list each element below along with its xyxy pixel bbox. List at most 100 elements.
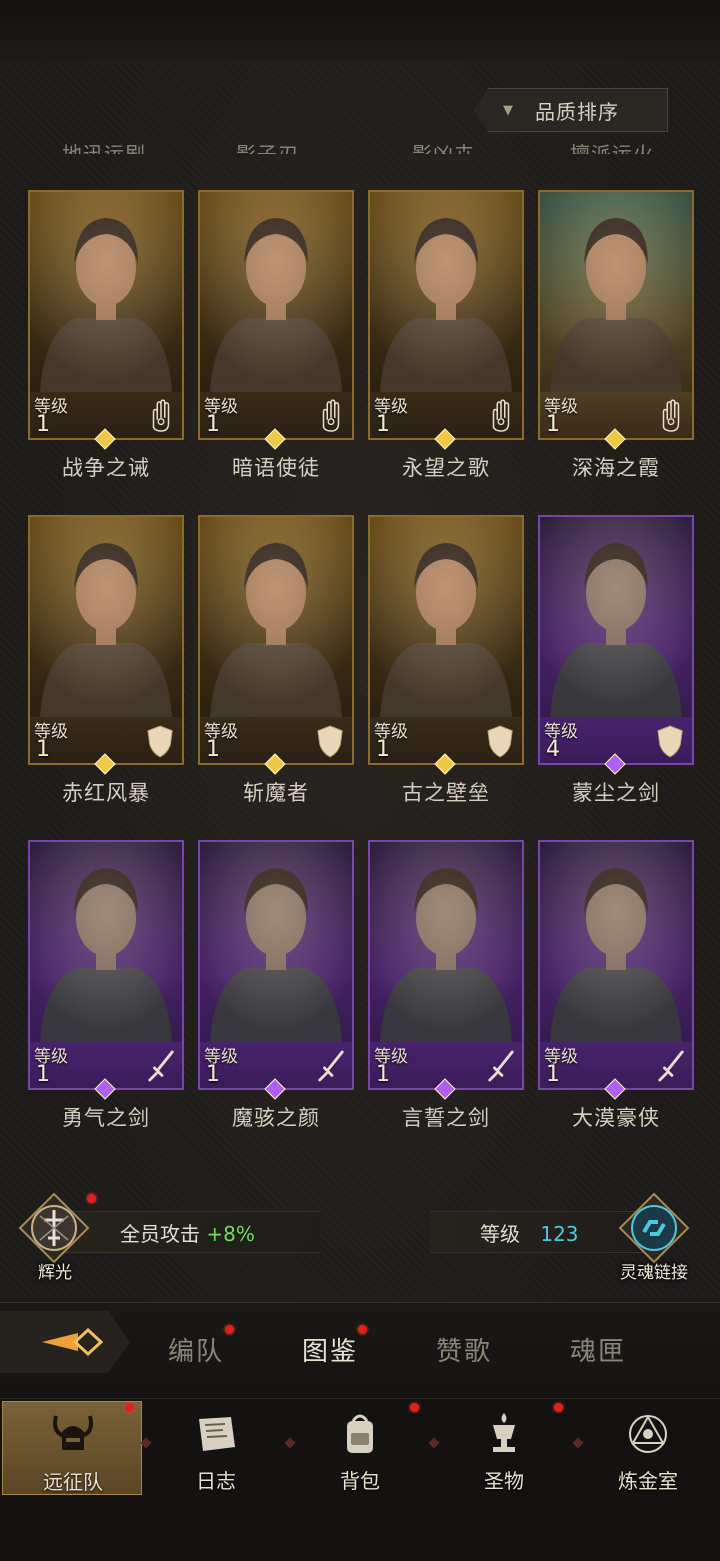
rarity-gem-icon bbox=[94, 1078, 116, 1100]
level-value: 1 bbox=[206, 1062, 220, 1087]
sword-icon bbox=[658, 1050, 684, 1082]
tab-codex[interactable]: 图鉴 bbox=[302, 1331, 358, 1368]
hero-name: 大漠豪侠 bbox=[572, 1106, 660, 1130]
rarity-gem-icon bbox=[94, 428, 116, 450]
card-frame: 等级 1 bbox=[28, 190, 184, 440]
cut-name: 擅派运火 bbox=[570, 142, 654, 154]
hero-name: 战争之诫 bbox=[62, 456, 150, 480]
card-frame: 等级 1 bbox=[198, 840, 354, 1090]
sword-icon bbox=[488, 1050, 514, 1082]
hero-card[interactable]: 等级 1 勇气之剑 bbox=[28, 840, 184, 1130]
hero-name: 暗语使徒 bbox=[232, 456, 320, 480]
hero-card[interactable]: 等级 1 斩魔者 bbox=[198, 515, 354, 805]
card-frame: 等级 1 bbox=[368, 515, 524, 765]
quality-sort-button[interactable]: ▼ 品质排序 bbox=[474, 88, 668, 132]
nav-backpack[interactable]: 背包 bbox=[290, 1401, 430, 1495]
top-strip bbox=[0, 0, 720, 60]
hero-portrait bbox=[370, 517, 522, 717]
hero-portrait bbox=[540, 517, 692, 717]
hero-portrait bbox=[30, 842, 182, 1042]
shield-icon bbox=[317, 725, 343, 758]
scroll-icon bbox=[199, 1417, 235, 1451]
attack-bonus-value: +8% bbox=[206, 1222, 255, 1246]
nav-journal[interactable]: 日志 bbox=[146, 1401, 286, 1495]
nav-relics[interactable]: 圣物 bbox=[434, 1401, 574, 1495]
nav-label: 日志 bbox=[196, 1469, 236, 1493]
level-value: 123 bbox=[540, 1222, 579, 1246]
notification-dot bbox=[410, 1403, 419, 1412]
hero-name: 言誓之剑 bbox=[402, 1106, 490, 1130]
radiance-emblem-icon[interactable] bbox=[18, 1192, 90, 1264]
sword-icon bbox=[148, 1050, 174, 1082]
nav-expedition[interactable]: 远征队 bbox=[2, 1401, 142, 1495]
hero-card[interactable]: 等级 1 永望之歌 bbox=[368, 190, 524, 480]
level-value: 1 bbox=[376, 737, 390, 762]
soul-link-emblem-icon[interactable] bbox=[618, 1192, 690, 1264]
nav-label: 圣物 bbox=[484, 1469, 524, 1493]
rarity-gem-icon bbox=[434, 428, 456, 450]
tab-anthem[interactable]: 赞歌 bbox=[436, 1331, 492, 1368]
card-frame: 等级 1 bbox=[538, 190, 694, 440]
attack-bonus-label: 全员攻击 bbox=[120, 1222, 200, 1246]
hero-name: 古之壁垒 bbox=[402, 781, 490, 805]
hero-card[interactable]: 等级 1 古之壁垒 bbox=[368, 515, 524, 805]
cut-name: 影子刃 bbox=[236, 142, 299, 154]
level-value: 1 bbox=[546, 1062, 560, 1087]
notification-dot bbox=[87, 1194, 96, 1203]
card-frame: 等级 1 bbox=[28, 840, 184, 1090]
soul-level: 等级 123 bbox=[480, 1218, 579, 1247]
hero-name: 斩魔者 bbox=[243, 781, 309, 805]
sort-label: 品质排序 bbox=[535, 99, 619, 124]
hand-icon bbox=[662, 399, 680, 432]
hero-card[interactable]: 等级 1 魔骇之颜 bbox=[198, 840, 354, 1130]
rarity-gem-icon bbox=[264, 1078, 286, 1100]
hero-portrait bbox=[200, 842, 352, 1042]
level-value: 1 bbox=[376, 412, 390, 437]
radiance-label: 辉光 bbox=[38, 1263, 72, 1283]
nav-alchemy[interactable]: 炼金室 bbox=[578, 1401, 718, 1495]
hero-portrait bbox=[370, 842, 522, 1042]
cut-name: 地迅运剧 bbox=[62, 142, 146, 154]
hero-name: 深海之霞 bbox=[572, 456, 660, 480]
hand-icon bbox=[322, 399, 340, 432]
shield-icon bbox=[657, 725, 683, 758]
hero-portrait bbox=[200, 192, 352, 392]
level-value: 1 bbox=[36, 1062, 50, 1087]
hand-icon bbox=[152, 399, 170, 432]
notification-dot bbox=[125, 1403, 134, 1412]
nav-label: 炼金室 bbox=[618, 1469, 678, 1493]
hero-card[interactable]: 等级 1 赤红风暴 bbox=[28, 515, 184, 805]
sword-icon bbox=[318, 1050, 344, 1082]
level-label: 等级 bbox=[480, 1222, 520, 1246]
hero-name: 魔骇之颜 bbox=[232, 1106, 320, 1130]
previous-row-names: 地迅运剧 影子刃 影凶卉 擅派运火 bbox=[0, 134, 720, 154]
hand-icon bbox=[492, 399, 510, 432]
nav-label: 背包 bbox=[340, 1469, 380, 1493]
level-value: 1 bbox=[376, 1062, 390, 1087]
tab-formation[interactable]: 编队 bbox=[168, 1331, 224, 1368]
hero-name: 蒙尘之剑 bbox=[572, 781, 660, 805]
nav-label: 远征队 bbox=[43, 1470, 103, 1494]
tab-soul-box[interactable]: 魂匣 bbox=[570, 1331, 626, 1368]
hero-card[interactable]: 等级 1 大漠豪侠 bbox=[538, 840, 694, 1130]
card-frame: 等级 4 bbox=[538, 515, 694, 765]
hero-card[interactable]: 等级 1 战争之诫 bbox=[28, 190, 184, 480]
tab-bar: 编队 图鉴 赞歌 魂匣 bbox=[0, 1302, 720, 1399]
chalice-icon bbox=[493, 1413, 515, 1452]
hero-portrait bbox=[30, 192, 182, 392]
back-button[interactable] bbox=[0, 1311, 130, 1373]
attack-bonus: 全员攻击 +8% bbox=[120, 1218, 255, 1247]
hero-card[interactable]: 等级 1 深海之霞 bbox=[538, 190, 694, 480]
hero-card[interactable]: 等级 4 蒙尘之剑 bbox=[538, 515, 694, 805]
card-frame: 等级 1 bbox=[368, 190, 524, 440]
alchemy-icon bbox=[629, 1414, 667, 1453]
hero-card[interactable]: 等级 1 暗语使徒 bbox=[198, 190, 354, 480]
hero-portrait bbox=[370, 192, 522, 392]
level-value: 1 bbox=[206, 737, 220, 762]
card-frame: 等级 1 bbox=[198, 190, 354, 440]
rarity-gem-icon bbox=[434, 1078, 456, 1100]
bottom-nav: 远征队 日志 背包 圣物 炼金室 bbox=[0, 1398, 720, 1561]
hero-card[interactable]: 等级 1 言誓之剑 bbox=[368, 840, 524, 1130]
level-value: 1 bbox=[36, 412, 50, 437]
rarity-gem-icon bbox=[94, 753, 116, 775]
